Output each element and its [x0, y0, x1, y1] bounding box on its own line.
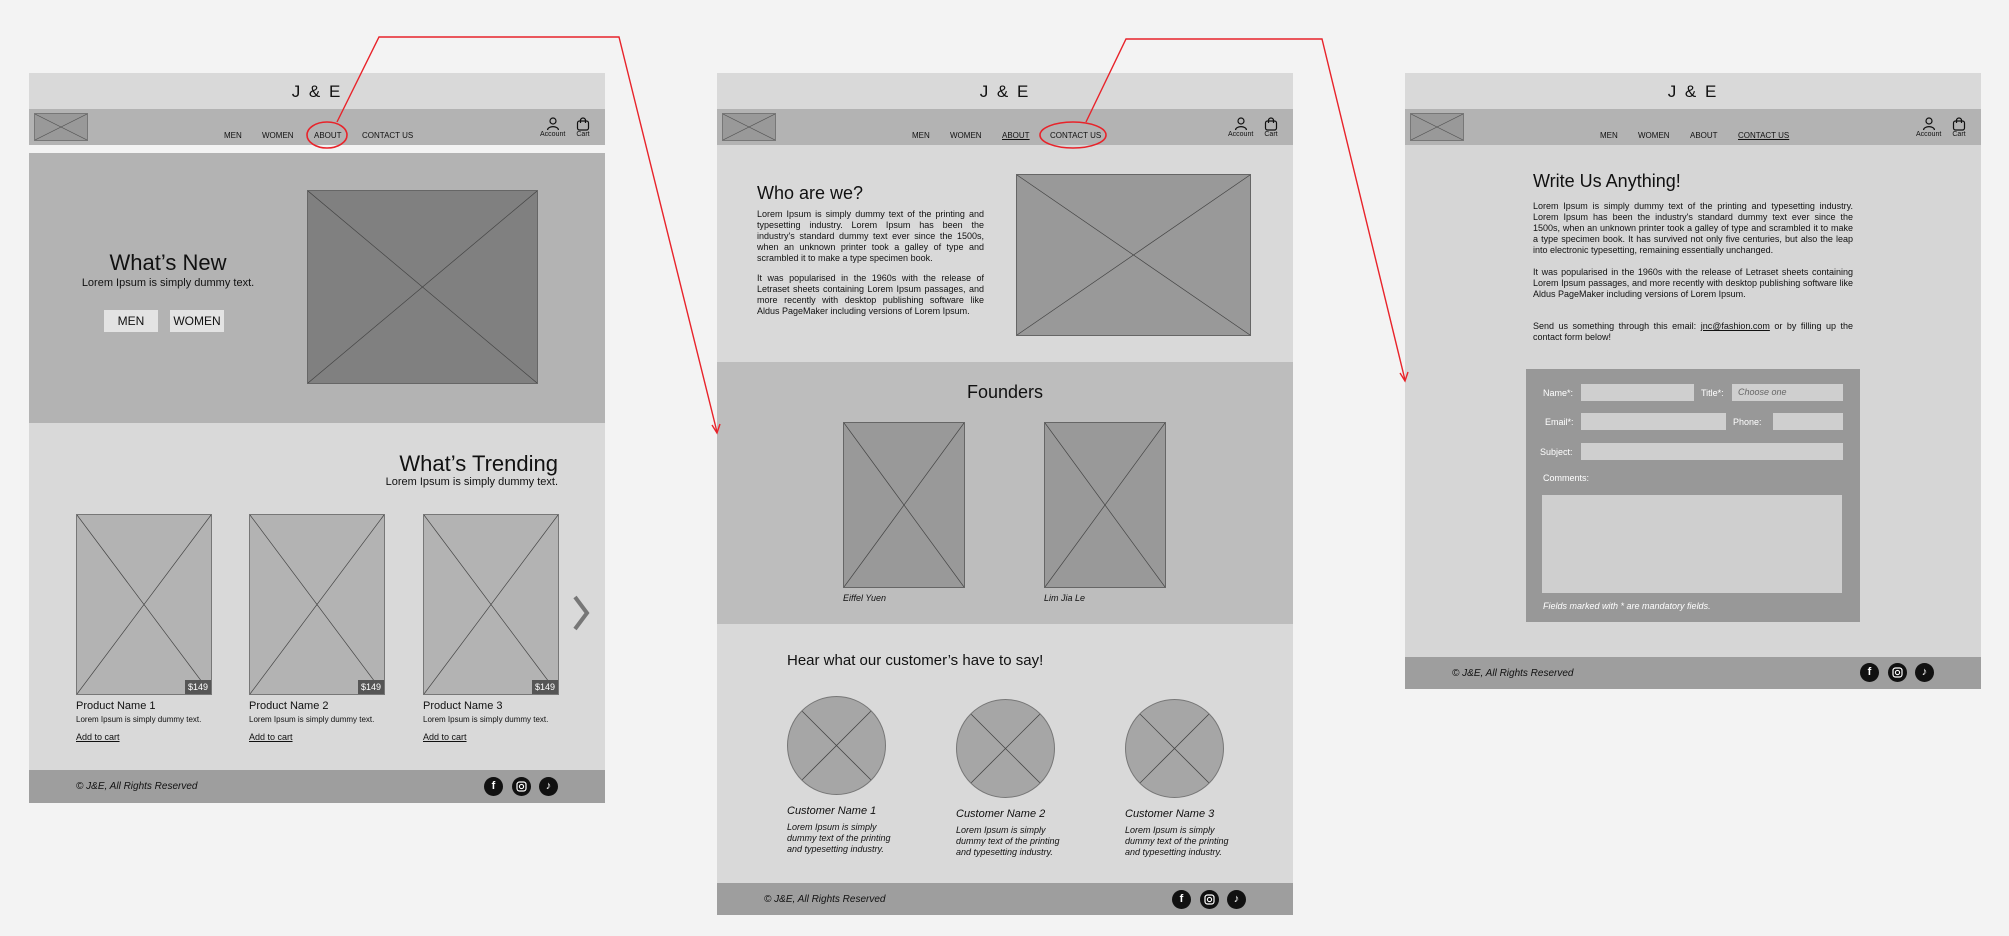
contact-link-highlight	[1039, 121, 1107, 149]
about-flow-arrow	[336, 36, 718, 433]
flow-annotations	[306, 36, 1409, 435]
about-link-highlight	[306, 121, 348, 149]
contact-flow-arrow	[1085, 38, 1406, 381]
